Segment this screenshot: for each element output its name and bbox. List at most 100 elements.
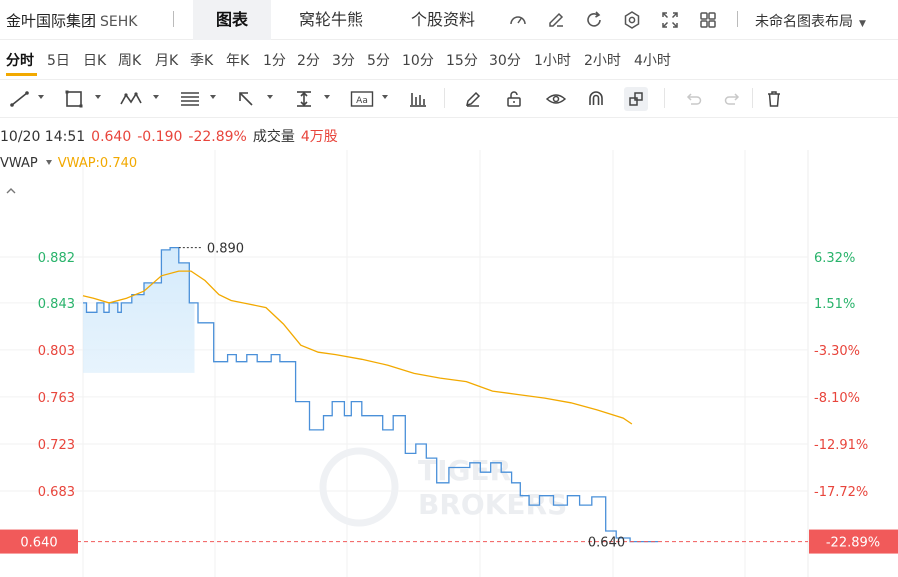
period-1hour[interactable]: 1小时 [534, 50, 571, 70]
period-3min[interactable]: 3分 [332, 50, 355, 70]
quote-info-line: 10/20 14:51 0.640 -0.190 -22.89% 成交量 4万股 [0, 126, 338, 146]
period-2min[interactable]: 2分 [297, 50, 320, 70]
intraday-chart[interactable]: TIGER BROKERS 0.882 6.32% 0.843 1.51% 0.803 -… [0, 150, 898, 577]
toolbar-divider [752, 88, 753, 108]
trash-icon[interactable] [764, 89, 784, 109]
indicator-value: VWAP:0.740 [57, 156, 138, 171]
toolbar-divider [444, 88, 445, 108]
period-2hour[interactable]: 2小时 [584, 50, 621, 70]
period-yearly[interactable]: 年K [226, 50, 249, 70]
lock-icon[interactable] [504, 89, 524, 109]
period-1min[interactable]: 1分 [263, 50, 286, 70]
price-area-fill [83, 247, 195, 373]
chevron-down-icon[interactable] [210, 95, 216, 99]
high-price-label: 0.890 [207, 242, 244, 257]
arrow-tool-icon[interactable] [236, 89, 256, 109]
chevron-down-icon[interactable] [95, 95, 101, 99]
chevron-down-icon[interactable] [267, 95, 273, 99]
pattern-tool-icon[interactable] [119, 89, 143, 109]
magnet-icon[interactable] [586, 89, 606, 109]
watermark-logo [319, 447, 399, 527]
period-monthly[interactable]: 月K [155, 50, 178, 70]
period-daily[interactable]: 日K [83, 50, 106, 70]
indicator-legend: VWAP VWAP:0.740 [0, 156, 137, 171]
period-30min[interactable]: 30分 [489, 50, 521, 70]
chevron-down-icon[interactable] [153, 95, 159, 99]
tab-chart[interactable]: 图表 [193, 0, 271, 40]
edit-icon[interactable] [546, 10, 566, 30]
left-axis-tick: 0.882 [38, 251, 75, 266]
period-quarterly[interactable]: 季K [190, 50, 213, 70]
period-intraday[interactable]: 分时 [6, 50, 34, 70]
watermark-line2: BROKERS [418, 488, 567, 521]
period-bar: 分时 5日 日K 周K 月K 季K 年K 1分 2分 3分 5分 10分 15分… [0, 40, 898, 80]
indicator-icon[interactable] [409, 89, 427, 109]
right-axis-tick: -17.72% [814, 485, 868, 500]
left-axis-tick: 0.683 [38, 485, 75, 500]
quote-time: 10/20 14:51 [0, 129, 86, 145]
chevron-down-icon[interactable] [45, 160, 52, 165]
text-tool-icon[interactable]: Aa [350, 89, 374, 109]
period-5day[interactable]: 5日 [47, 50, 70, 70]
left-axis-tick: 0.723 [38, 438, 75, 453]
layout-name: 未命名图表布局 [755, 14, 853, 30]
stock-name: 金叶国际集团 [6, 12, 97, 30]
tab-warrants[interactable]: 窝轮牛熊 [286, 0, 376, 40]
chevron-down-icon[interactable] [324, 95, 330, 99]
refresh-icon[interactable] [584, 10, 604, 30]
stock-title: 金叶国际集团 SEHK [6, 10, 137, 31]
layout-divider [737, 11, 738, 27]
drawing-toolbar: Aa [0, 80, 898, 118]
settings-icon[interactable] [622, 10, 642, 30]
svg-text:Aa: Aa [356, 96, 368, 106]
rectangle-tool-icon[interactable] [64, 89, 84, 109]
quote-change: -0.190 [137, 129, 183, 145]
current-price-tag-left-text: 0.640 [20, 536, 57, 551]
active-period-indicator [6, 73, 37, 76]
link-icon[interactable] [624, 87, 648, 111]
fib-tool-icon[interactable] [179, 89, 201, 109]
eye-icon[interactable] [545, 89, 567, 109]
period-4hour[interactable]: 4小时 [634, 50, 671, 70]
right-axis-tick: 6.32% [814, 251, 855, 266]
layout-selector[interactable]: 未命名图表布局 ▼ [755, 11, 866, 31]
right-axis-tick: -8.10% [814, 391, 860, 406]
measure-tool-icon[interactable] [294, 89, 314, 109]
grid-layout-icon[interactable] [698, 10, 718, 30]
undo-icon[interactable] [683, 89, 703, 109]
last-price-label: 0.640 [588, 536, 625, 551]
pencil-icon[interactable] [463, 89, 483, 109]
chevron-down-icon[interactable] [38, 95, 44, 99]
chevron-down-icon: ▼ [859, 19, 866, 29]
period-weekly[interactable]: 周K [118, 50, 141, 70]
chevron-down-icon[interactable] [382, 95, 388, 99]
gauge-icon[interactable] [508, 10, 528, 30]
chart-series [0, 246, 808, 543]
chevron-up-icon[interactable] [5, 181, 17, 194]
right-axis-tick: -3.30% [814, 344, 860, 359]
redo-icon[interactable] [723, 89, 743, 109]
line-tool-icon[interactable] [9, 89, 31, 109]
tiger-brokers-watermark: TIGER BROKERS [319, 447, 567, 527]
period-15min[interactable]: 15分 [446, 50, 478, 70]
right-axis-tick: -12.91% [814, 438, 868, 453]
period-5min[interactable]: 5分 [367, 50, 390, 70]
right-axis-tick: 1.51% [814, 297, 855, 312]
title-divider [173, 11, 174, 27]
watermark-line1: TIGER [418, 454, 511, 487]
volume-label: 成交量 [252, 129, 295, 145]
volume-value: 4万股 [300, 129, 338, 145]
indicator-name[interactable]: VWAP [0, 156, 38, 171]
tab-profile[interactable]: 个股资料 [398, 0, 488, 40]
top-bar: 金叶国际集团 SEHK 图表 窝轮牛熊 个股资料 未命名图表布局 ▼ [0, 0, 898, 40]
left-axis-tick: 0.843 [38, 297, 75, 312]
fullscreen-icon[interactable] [660, 10, 680, 30]
quote-price: 0.640 [91, 129, 132, 145]
period-10min[interactable]: 10分 [402, 50, 434, 70]
quote-change-pct: -22.89% [188, 129, 247, 145]
left-axis-tick: 0.803 [38, 344, 75, 359]
stock-code: SEHK [100, 14, 138, 30]
toolbar-divider [664, 88, 665, 108]
left-axis-tick: 0.763 [38, 391, 75, 406]
current-pct-tag-right-text: -22.89% [826, 536, 880, 551]
